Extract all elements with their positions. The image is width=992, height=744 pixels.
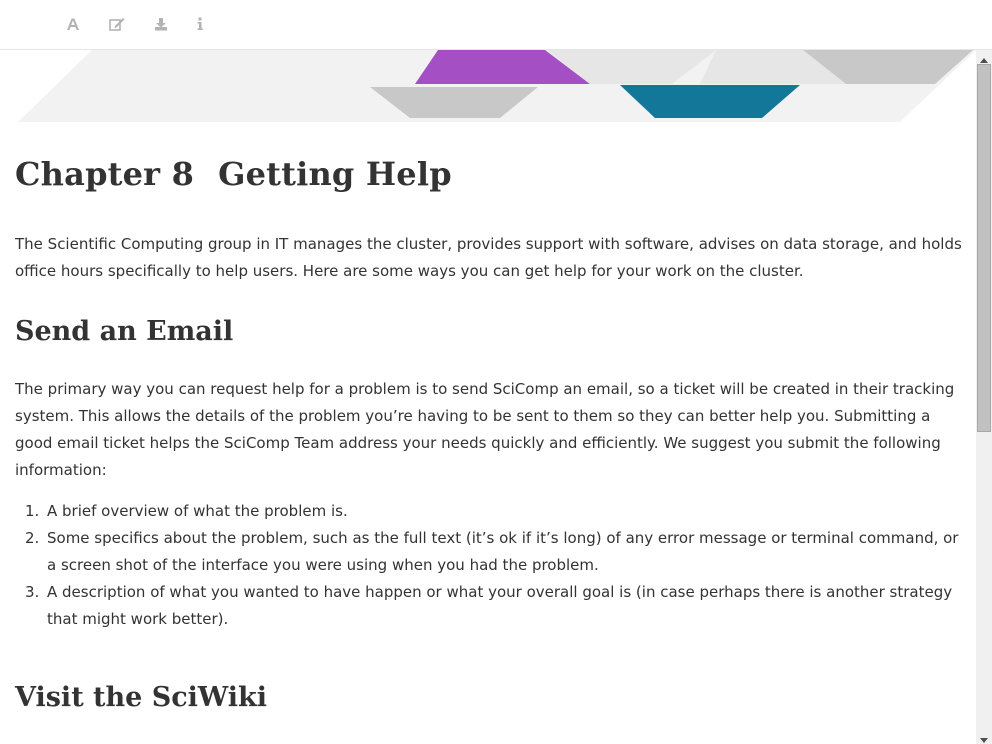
scroll-up-button[interactable] [976, 50, 992, 64]
font-settings-button[interactable] [61, 12, 85, 36]
top-toolbar [0, 0, 992, 50]
download-button[interactable] [149, 12, 173, 36]
section-heading-sciwiki: Visit the SciWiki [15, 682, 268, 713]
list-item-text: A description of what you wanted to have… [47, 583, 953, 628]
chapter-content: Chapter 8 Getting Help The Scientific Com… [15, 154, 965, 715]
chapter-title-text: Getting Help [218, 155, 452, 193]
list-marker: 2. [25, 529, 40, 547]
font-icon [66, 17, 80, 31]
list-item: 3. A description of what you wanted to h… [15, 579, 965, 633]
scroll-down-button[interactable] [976, 730, 992, 744]
email-paragraph: The primary way you can request help for… [15, 380, 955, 479]
list-item: 1. A brief overview of what the problem … [15, 498, 965, 525]
email-info-list: 1. A brief overview of what the problem … [15, 498, 965, 633]
edit-button[interactable] [105, 12, 129, 36]
book-body: Chapter 8 Getting Help The Scientific Com… [0, 50, 976, 744]
list-item-text: Some specifics about the problem, such a… [47, 529, 959, 574]
download-icon [154, 17, 168, 31]
edit-icon [109, 17, 125, 31]
chapter-title: Chapter 8 Getting Help [15, 154, 965, 194]
section-heading-email: Send an Email [15, 316, 234, 347]
intro-paragraph: The Scientific Computing group in IT man… [15, 235, 962, 280]
list-item: 2. Some specifics about the problem, suc… [15, 525, 965, 579]
list-marker: 3. [25, 583, 40, 601]
header-banner-graphic [18, 50, 976, 122]
list-marker: 1. [25, 502, 40, 520]
arrow-down-icon [980, 728, 988, 744]
info-button[interactable] [188, 12, 212, 36]
scrollbar-thumb[interactable] [977, 64, 991, 432]
list-item-text: A brief overview of what the problem is. [47, 502, 348, 520]
info-icon [196, 17, 204, 31]
chapter-number: Chapter 8 [15, 155, 195, 193]
vertical-scrollbar[interactable] [976, 50, 992, 744]
